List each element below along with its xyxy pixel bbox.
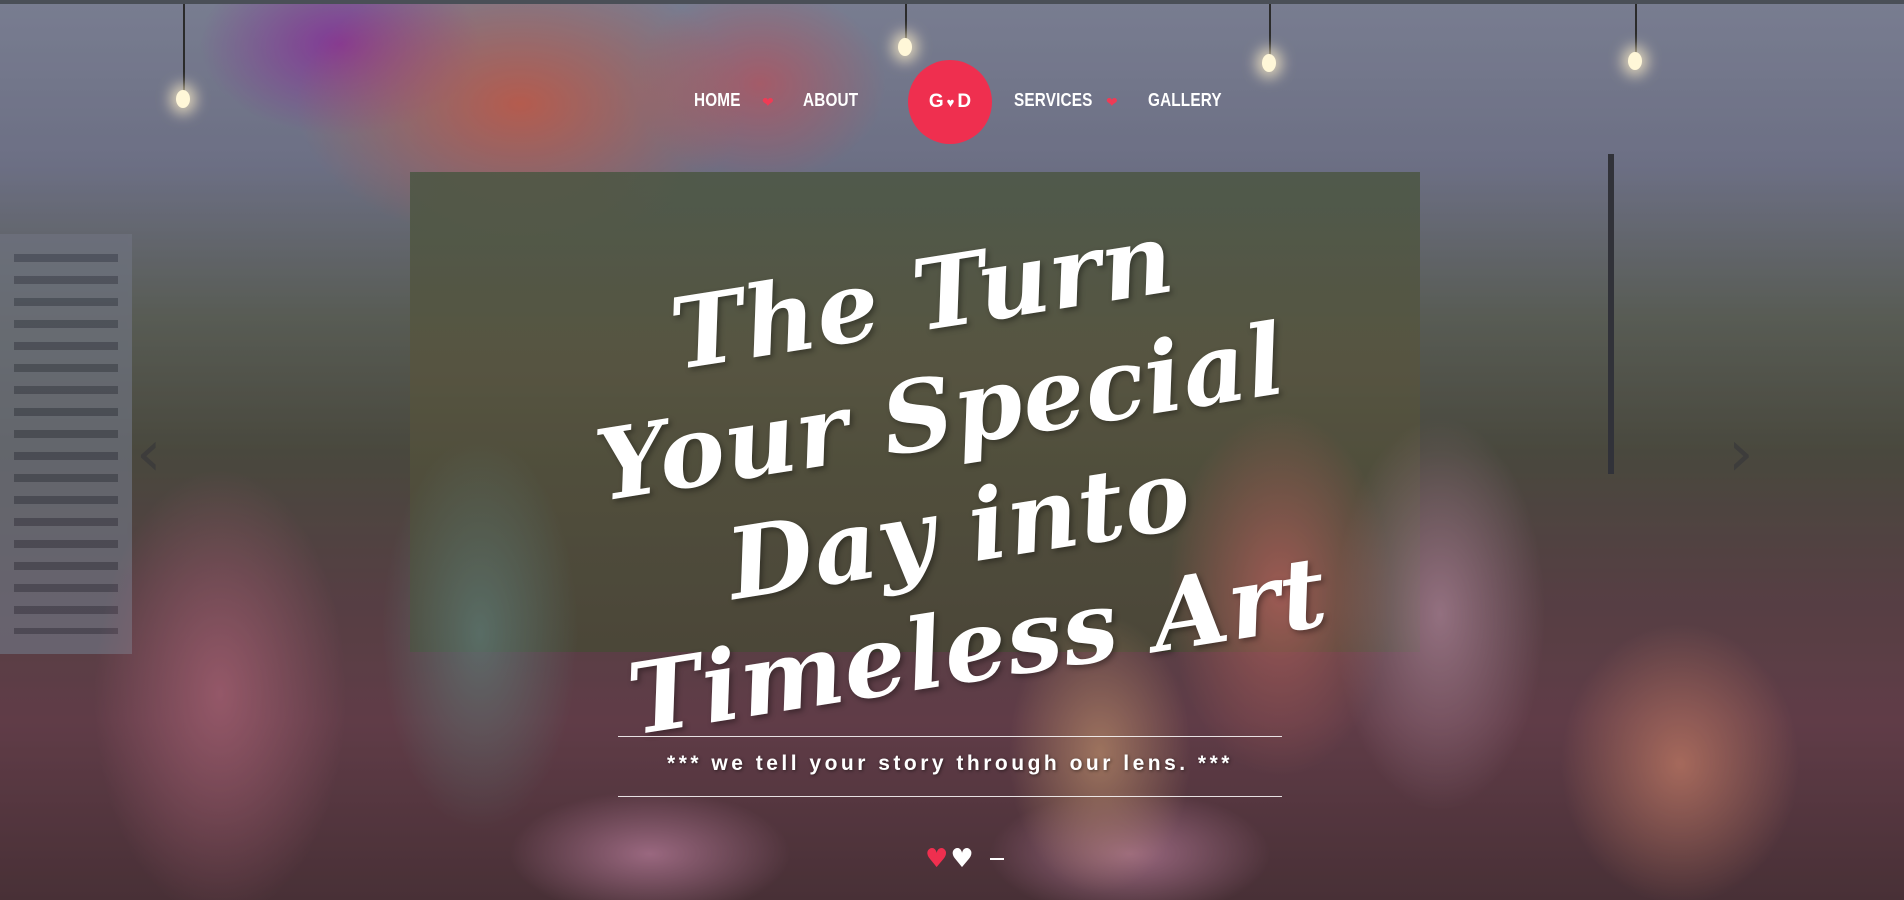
nav-services-link[interactable]: SERVICES (1014, 90, 1092, 111)
nav-gallery-link[interactable]: GALLERY (1148, 90, 1222, 111)
slide-indicator-heart-icon[interactable]: ♥ (950, 846, 973, 872)
heart-icon: ❤ (762, 95, 774, 111)
next-slide-arrow-icon[interactable]: › (1728, 422, 1754, 486)
tagline-divider-top (618, 736, 1282, 737)
slide-indicator-heart-icon[interactable]: ♥ (925, 846, 948, 872)
main-navigation: HOME ❤ ABOUT G ♥ D SERVICES ❤ GALLERY (0, 60, 1904, 144)
nav-home-link[interactable]: HOME (694, 90, 741, 111)
prev-slide-arrow-icon[interactable]: ‹ (136, 422, 162, 486)
heart-icon: ❤ (1106, 95, 1118, 111)
logo-initial-right: D (957, 91, 972, 112)
tagline-divider-bottom (618, 796, 1282, 797)
slide-indicators: ♥ ♥ (925, 846, 1004, 872)
string-light-wire (1269, 4, 1271, 56)
string-light-wire (1635, 4, 1637, 54)
string-light-wire (905, 4, 907, 40)
slide-indicator-dash[interactable] (989, 858, 1004, 860)
hero-tagline: *** we tell your story through our lens.… (667, 752, 1233, 775)
logo-heart-icon: ♥ (946, 94, 955, 110)
string-light-bulb (898, 38, 912, 56)
nav-about-link[interactable]: ABOUT (803, 90, 858, 111)
brand-logo[interactable]: G ♥ D (908, 60, 992, 144)
logo-initial-left: G (928, 91, 944, 112)
top-border (0, 0, 1904, 4)
